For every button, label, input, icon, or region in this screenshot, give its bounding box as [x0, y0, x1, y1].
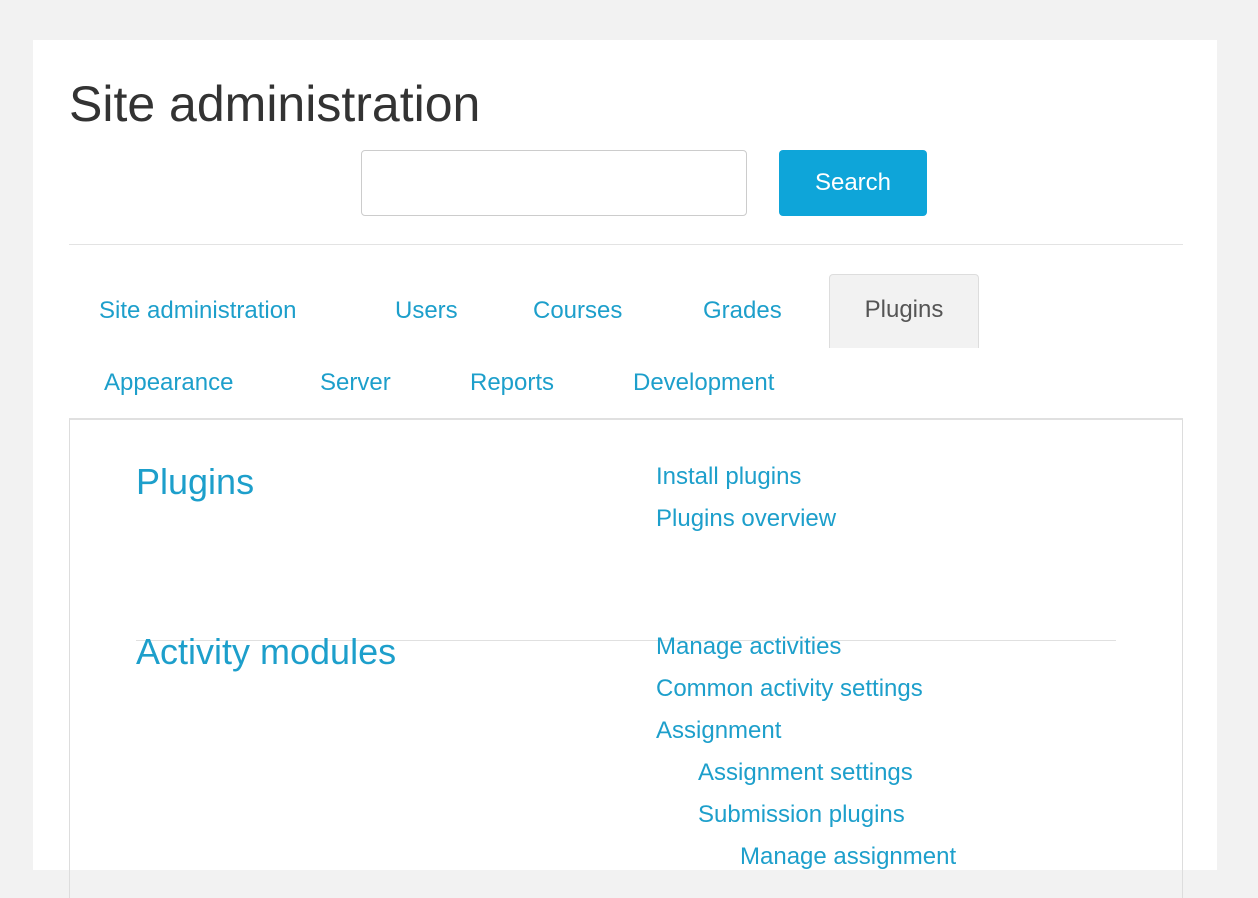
tab-users[interactable]: Users	[395, 296, 458, 326]
tab-plugins[interactable]: Plugins	[829, 274, 979, 348]
search-button[interactable]: Search	[779, 150, 927, 216]
admin-card: Site administration Search Site administ…	[33, 40, 1217, 898]
page-title: Site administration	[69, 76, 481, 132]
tab-courses[interactable]: Courses	[533, 296, 622, 326]
link-manage-assignment[interactable]: Manage assignment	[740, 842, 956, 872]
tab-server[interactable]: Server	[320, 368, 391, 398]
link-assignment-settings[interactable]: Assignment settings	[698, 758, 913, 788]
section-heading-activity-modules[interactable]: Activity modules	[136, 630, 396, 674]
tab-site-administration[interactable]: Site administration	[99, 296, 296, 326]
tab-appearance[interactable]: Appearance	[104, 368, 233, 398]
link-common-activity-settings[interactable]: Common activity settings	[656, 674, 923, 704]
tab-reports[interactable]: Reports	[470, 368, 554, 398]
tab-development[interactable]: Development	[633, 368, 774, 398]
divider	[69, 244, 1183, 245]
section-heading-plugins[interactable]: Plugins	[136, 460, 254, 504]
link-assignment[interactable]: Assignment	[656, 716, 781, 746]
link-install-plugins[interactable]: Install plugins	[656, 462, 801, 492]
link-submission-plugins[interactable]: Submission plugins	[698, 800, 905, 830]
content-panel: Plugins Install plugins Plugins overview…	[69, 418, 1183, 898]
link-manage-activities[interactable]: Manage activities	[656, 632, 841, 662]
link-plugins-overview[interactable]: Plugins overview	[656, 504, 836, 534]
tab-grades[interactable]: Grades	[703, 296, 782, 326]
search-input[interactable]	[361, 150, 747, 216]
